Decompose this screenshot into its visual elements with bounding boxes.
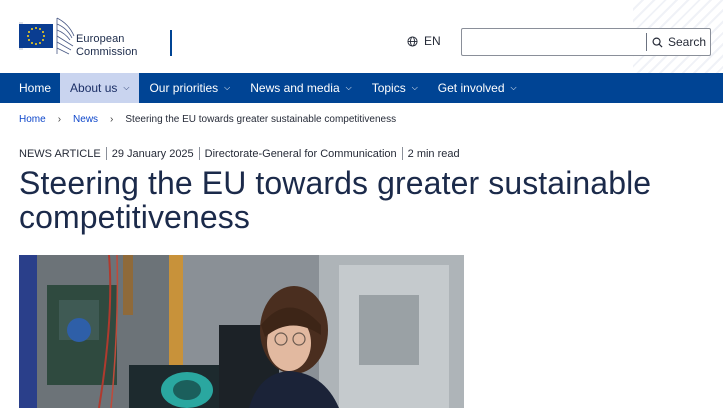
article-date: 29 January 2025 — [111, 147, 194, 160]
chevron-down-icon: ⌵ — [510, 83, 517, 92]
logo-line-2: Commission — [76, 46, 138, 58]
nav-item-label: Our priorities — [149, 81, 219, 95]
article-author: Directorate-General for Communication — [204, 147, 397, 160]
meta-divider — [105, 147, 107, 160]
search-button-label: Search — [667, 35, 707, 49]
breadcrumb: Home › News › Steering the EU towards gr… — [19, 114, 396, 125]
article-hero-image — [19, 255, 464, 408]
eu-flag-logo — [19, 16, 75, 56]
meta-divider — [401, 147, 403, 160]
nav-item-label: Home — [19, 81, 52, 95]
search-icon — [652, 37, 663, 48]
chevron-down-icon: ⌵ — [411, 83, 418, 92]
chevron-down-icon: ⌵ — [345, 83, 352, 92]
logo-line-1: European — [76, 33, 125, 45]
nav-item-label: News and media — [250, 81, 340, 95]
nav-item-topics[interactable]: Topics ⌵ — [362, 73, 428, 103]
nav-item-our-priorities[interactable]: Our priorities ⌵ — [139, 73, 240, 103]
search-box: Search — [461, 28, 711, 56]
breadcrumb-current: Steering the EU towards greater sustaina… — [125, 114, 397, 125]
chevron-down-icon: ⌵ — [123, 83, 130, 92]
breadcrumb-news[interactable]: News — [73, 114, 98, 125]
nav-item-news-and-media[interactable]: News and media ⌵ — [240, 73, 361, 103]
logo-divider — [170, 30, 172, 56]
search-input[interactable] — [462, 29, 646, 55]
chevron-down-icon: ⌵ — [224, 83, 231, 92]
nav-item-about-us[interactable]: About us ⌵ — [60, 73, 140, 103]
nav-item-label: Topics — [371, 81, 406, 95]
chevron-right-icon: › — [57, 114, 62, 125]
nav-item-label: Get involved — [437, 81, 505, 95]
article-meta: NEWS ARTICLE 29 January 2025 Directorate… — [19, 147, 460, 160]
language-selector[interactable]: EN — [407, 34, 441, 48]
nav-item-get-involved[interactable]: Get involved ⌵ — [428, 73, 527, 103]
main-navigation: Home About us ⌵ Our priorities ⌵ News an… — [0, 73, 723, 103]
search-divider — [646, 33, 647, 51]
search-button[interactable]: Search — [648, 29, 710, 55]
logo-text: European Commission — [76, 33, 166, 59]
chevron-right-icon: › — [110, 114, 114, 125]
nav-item-label: About us — [70, 81, 118, 95]
european-commission-logo[interactable] — [19, 16, 75, 56]
page-title: Steering the EU towards greater sustaina… — [19, 165, 652, 235]
nav-item-home[interactable]: Home — [0, 73, 60, 103]
article-read-time: 2 min read — [407, 147, 460, 160]
breadcrumb-home[interactable]: Home — [19, 114, 46, 125]
globe-icon — [407, 35, 418, 47]
article-type: NEWS ARTICLE — [19, 147, 101, 160]
language-code: EN — [424, 34, 441, 48]
site-header: European Commission EN Search — [0, 0, 723, 73]
meta-divider — [198, 147, 200, 160]
